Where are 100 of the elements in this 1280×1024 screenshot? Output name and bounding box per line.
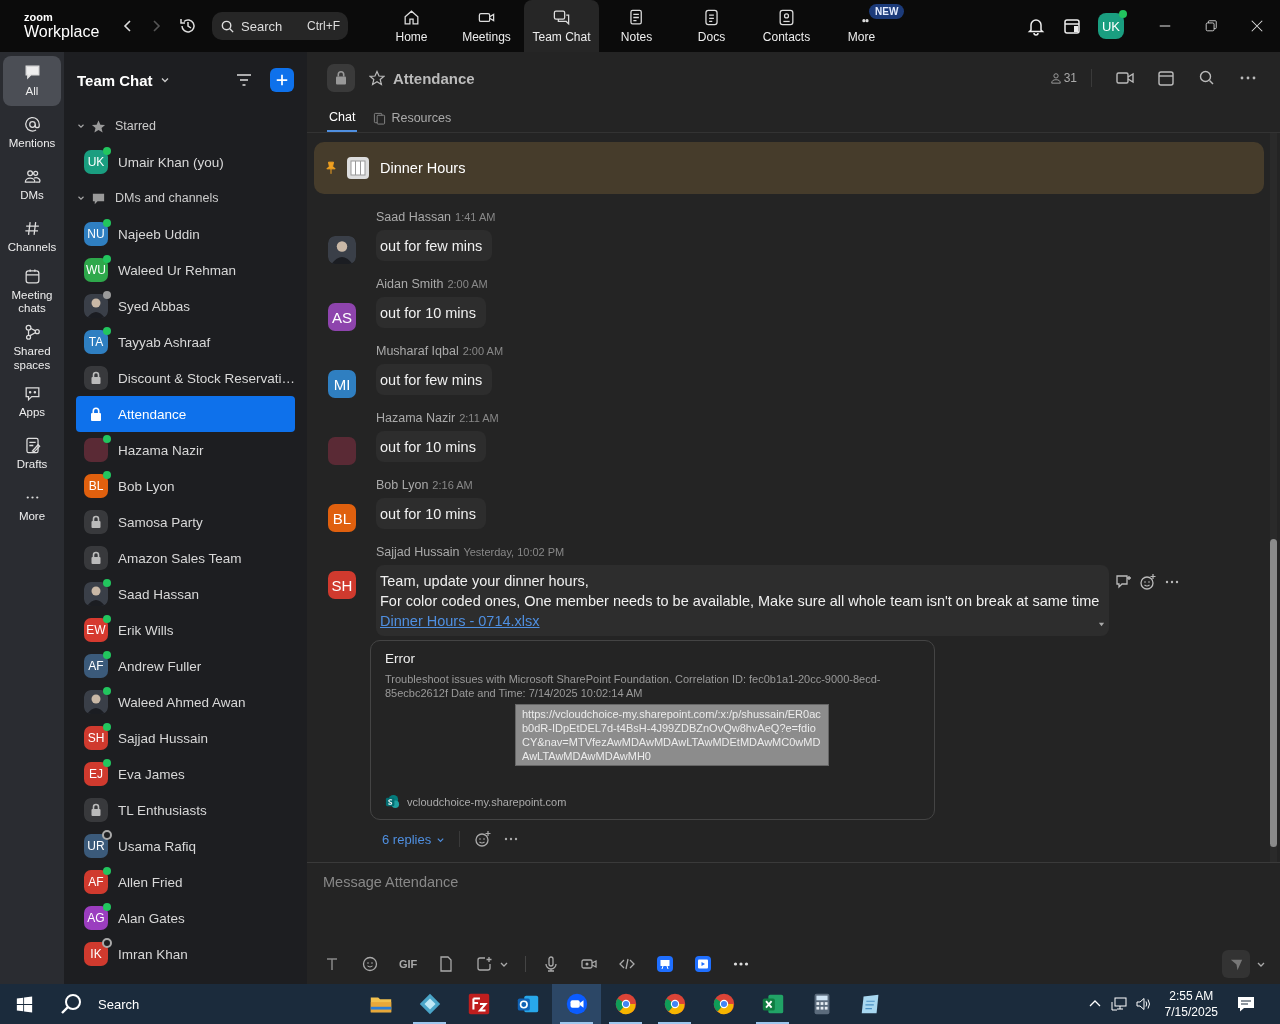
preview-title: Error — [385, 651, 416, 666]
whiteboard-app-icon[interactable] — [656, 955, 675, 973]
chat-list-item[interactable]: TA Tayyab Ashraaf — [76, 324, 295, 360]
notification-icon[interactable] — [1236, 994, 1256, 1014]
nav-tab[interactable]: Notes — [599, 0, 674, 52]
scrollbar[interactable] — [1270, 133, 1277, 862]
rail-item[interactable]: DMs — [3, 160, 61, 210]
section-header[interactable]: DMs and channels — [76, 180, 295, 216]
sender-name: Bob Lyon — [376, 478, 429, 492]
restore-icon[interactable] — [1204, 19, 1218, 33]
search-input[interactable]: Search — [241, 18, 291, 34]
chat-list-item[interactable]: BL Bob Lyon — [76, 468, 295, 504]
user-avatar: SH — [84, 726, 108, 750]
rail-item[interactable]: Mentions — [3, 108, 61, 158]
nav-tab[interactable]: Meetings — [449, 0, 524, 52]
history-icon[interactable] — [178, 16, 198, 36]
search-icon[interactable] — [220, 18, 235, 34]
chat-bubbles-icon[interactable] — [552, 8, 571, 27]
lock-icon — [89, 406, 103, 422]
new-chat-button[interactable] — [270, 68, 294, 92]
at-sign-icon[interactable] — [22, 115, 42, 135]
channel-lock-icon — [84, 510, 108, 534]
channel-tab[interactable]: Chat — [327, 104, 358, 132]
chat-list-item[interactable]: Discount & Stock Reservati… — [76, 360, 295, 396]
logo-wordmark: zoom — [24, 12, 53, 23]
chat-list-item[interactable]: Waleed Ahmed Awan — [76, 684, 295, 720]
chat-list-item[interactable]: Amazon Sales Team — [76, 540, 295, 576]
windows-start-icon[interactable] — [16, 995, 33, 1013]
nav-tab[interactable]: Contacts — [749, 0, 824, 52]
clock-time[interactable]: 2:55 AM — [1169, 988, 1214, 1004]
home-icon[interactable] — [402, 8, 421, 27]
document-icon[interactable] — [702, 8, 721, 27]
taskbar-search[interactable]: Search — [60, 992, 350, 1016]
chat-list-item[interactable]: Hazama Nazir — [76, 432, 295, 468]
emoji-icon[interactable] — [361, 955, 379, 973]
link-preview-card[interactable] — [370, 640, 935, 820]
close-icon[interactable] — [1250, 19, 1264, 33]
expand-icon[interactable] — [1098, 621, 1106, 628]
chat-list-item[interactable]: EJ Eva James — [76, 756, 295, 792]
person-icon[interactable] — [1049, 72, 1062, 84]
copy-pages-icon[interactable] — [373, 111, 387, 125]
plus-icon[interactable] — [275, 73, 289, 87]
add-reaction-icon[interactable] — [1139, 573, 1158, 591]
screenshot-icon[interactable] — [475, 955, 494, 973]
search-icon[interactable] — [60, 992, 84, 1016]
chat-list-item[interactable]: AF Allen Fried — [76, 864, 295, 900]
clips-app-icon[interactable] — [694, 955, 713, 973]
chat-list-item[interactable]: TL Enthusiasts — [76, 792, 295, 828]
chat-list-item[interactable]: Saad Hassan — [76, 576, 295, 612]
user-avatar — [84, 690, 108, 714]
rail-item[interactable]: Drafts — [3, 428, 61, 479]
section-header[interactable]: Starred — [76, 108, 295, 144]
chat-list-item[interactable]: IK Imran Khan — [76, 936, 295, 972]
user-avatar: AS — [328, 303, 356, 331]
rail-item[interactable]: Shared spaces — [3, 320, 61, 375]
add-reaction-icon[interactable] — [474, 830, 493, 848]
bell-icon[interactable] — [1026, 16, 1046, 36]
rail-item[interactable]: Channels — [3, 212, 61, 262]
sender-name: Hazama Nazir — [376, 411, 456, 425]
chat-list-item[interactable]: Syed Abbas — [76, 288, 295, 324]
nav-tab[interactable]: Docs — [674, 0, 749, 52]
chat-list-item[interactable]: AG Alan Gates — [76, 900, 295, 936]
calendar-icon[interactable] — [1156, 68, 1176, 88]
chat-list-item[interactable]: WU Waleed Ur Rehman — [76, 252, 295, 288]
chat-list-item[interactable]: EW Erik Wills — [76, 612, 295, 648]
chat-list-item[interactable]: Samosa Party — [76, 504, 295, 540]
search-box[interactable]: Search Ctrl+F — [212, 12, 348, 40]
network-icon[interactable] — [1110, 996, 1127, 1012]
rail-item[interactable]: More — [3, 480, 61, 531]
message-input[interactable]: Message Attendance — [323, 871, 1266, 944]
replies-link[interactable]: 6 replies — [382, 831, 446, 847]
chat-list-item[interactable]: SH Sajjad Hussain — [76, 720, 295, 756]
members-button[interactable]: 31 — [1049, 71, 1077, 85]
channel-tab[interactable]: Resources — [373, 104, 452, 132]
panel-title[interactable]: Team Chat — [77, 71, 153, 89]
clock-date[interactable]: 7/15/2025 — [1164, 1004, 1218, 1020]
send-button[interactable] — [1222, 950, 1250, 978]
chat-list-item[interactable]: AF Andrew Fuller — [76, 648, 295, 684]
file-link[interactable]: Dinner Hours - 0714.xlsx — [380, 611, 540, 631]
nav-tab[interactable]: Team Chat — [524, 0, 599, 52]
gif-button[interactable]: GIF — [399, 958, 418, 970]
chat-list-item[interactable]: Attendance — [76, 396, 295, 432]
taskbar-app[interactable] — [552, 984, 601, 1024]
rail-item[interactable]: Apps — [3, 376, 61, 427]
rail-item[interactable]: All — [3, 56, 61, 106]
message-text: out for 10 mins — [380, 438, 476, 457]
chat-list-item[interactable]: UR Usama Rafiq — [76, 828, 295, 864]
nav-tab[interactable]: Home — [374, 0, 449, 52]
chat-list-item[interactable]: UK Umair Khan (you) — [76, 144, 295, 180]
user-avatar — [328, 236, 356, 264]
chat-list-item[interactable]: NU Najeeb Uddin — [76, 216, 295, 252]
user-avatar: NU — [84, 222, 108, 246]
pinned-banner[interactable]: Dinner Hours — [314, 142, 1264, 194]
user-avatar: EJ — [84, 762, 108, 786]
star-icon[interactable] — [369, 70, 385, 86]
volume-icon[interactable] — [1134, 996, 1151, 1012]
calendar-icon[interactable] — [1062, 16, 1082, 36]
rail-item[interactable]: Meeting chats — [3, 264, 61, 319]
reply-icon[interactable] — [1115, 573, 1134, 591]
contact-card-icon[interactable] — [777, 8, 796, 27]
